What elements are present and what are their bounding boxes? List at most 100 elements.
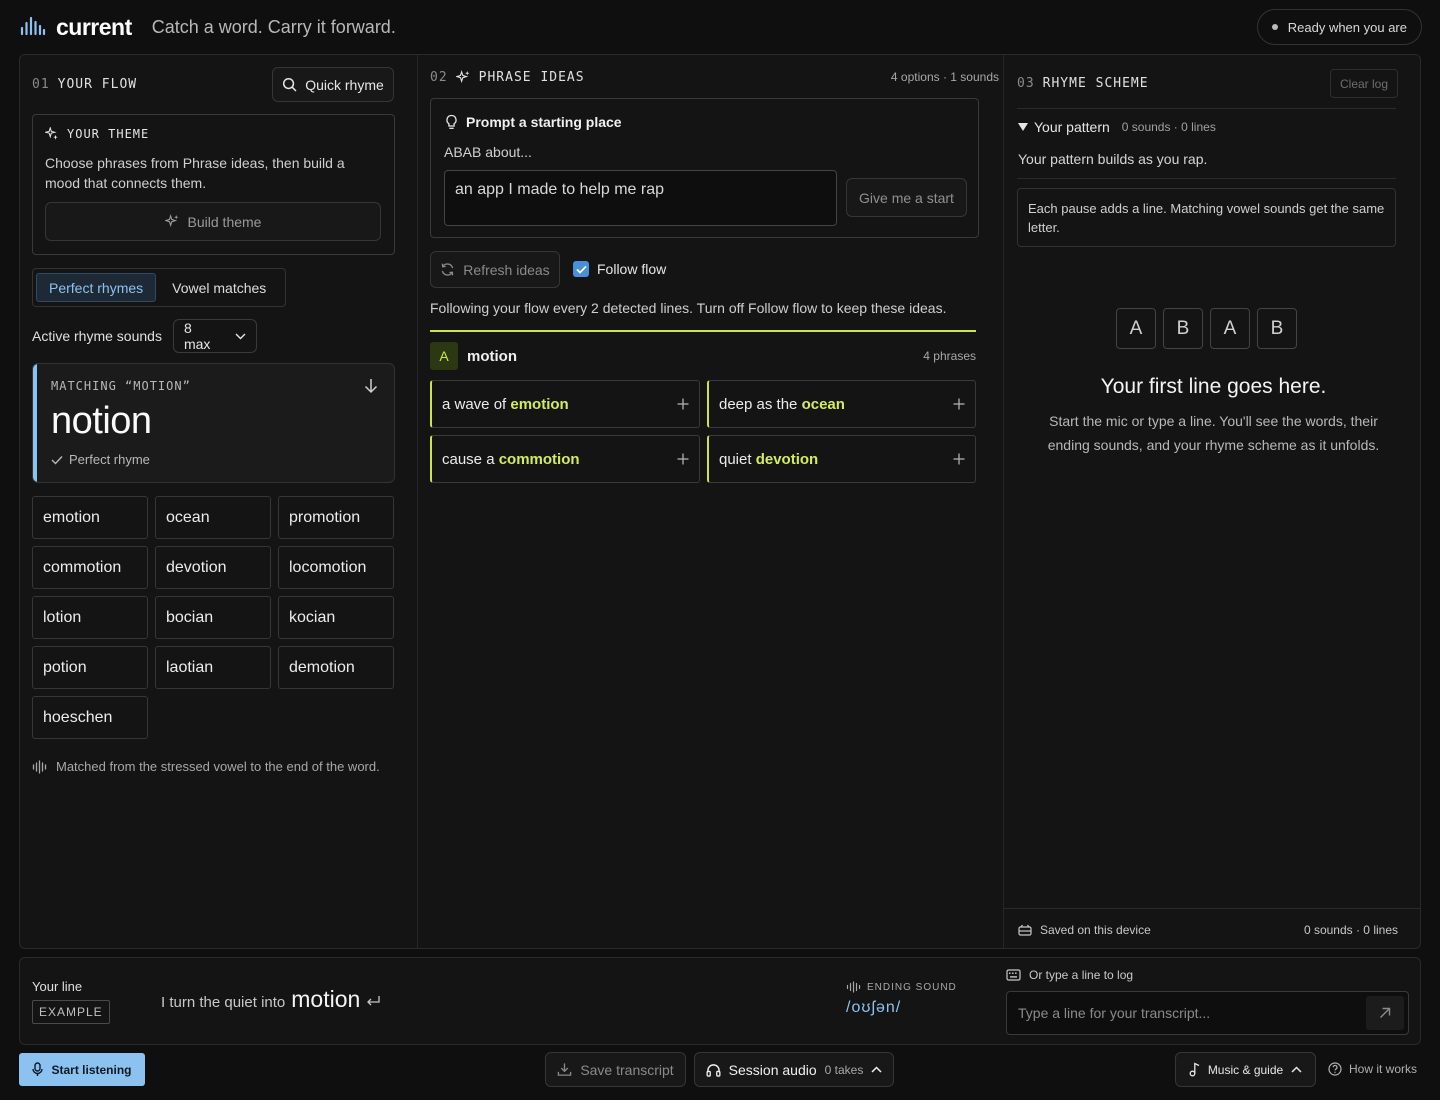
prompt-title: Prompt a starting place [466, 114, 622, 130]
clear-log-button[interactable]: Clear log [1330, 69, 1398, 98]
give-me-a-start-button[interactable]: Give me a start [846, 178, 967, 217]
session-audio-button[interactable]: Session audio 0 takes [694, 1052, 894, 1087]
scheme-section-title: 03 RHYME SCHEME [1017, 76, 1149, 91]
line-end-word: motion [291, 986, 361, 1012]
check-icon [51, 455, 63, 465]
saved-meta: 0 sounds · 0 lines [1303, 922, 1398, 937]
type-line-input[interactable]: Type a line for your transcript... [1006, 991, 1409, 1035]
rhyme-word-chip[interactable]: demotion [278, 646, 394, 689]
rhyme-word-chip[interactable]: potion [32, 646, 148, 689]
theme-card: YOUR THEME Choose phrases from Phrase id… [32, 114, 395, 255]
waveform-icon [32, 759, 48, 774]
scheme-letter: A [1116, 308, 1156, 349]
save-transcript-label: Save transcript [580, 1061, 674, 1078]
build-theme-button[interactable]: Build theme [45, 202, 381, 241]
refresh-ideas-label: Refresh ideas [463, 261, 550, 278]
music-guide-label: Music & guide [1207, 1062, 1284, 1077]
headphones-icon [706, 1063, 721, 1077]
current-line-text: I turn the quiet into motion [161, 986, 381, 1013]
section-number: 01 [32, 77, 50, 92]
current-line-bar: Your line EXAMPLE I turn the quiet into … [19, 957, 1421, 1045]
build-theme-label: Build theme [187, 213, 262, 230]
arrow-down-icon[interactable] [364, 378, 378, 394]
matched-note-text: Matched from the stressed vowel to the e… [56, 759, 380, 774]
rhyme-word-chip[interactable]: commotion [32, 546, 148, 589]
active-sounds-select[interactable]: 8 max [172, 319, 257, 353]
prompt-textarea[interactable]: an app I made to help me rap [444, 170, 837, 226]
follow-flow-toggle[interactable]: Follow flow [573, 261, 666, 277]
match-type: Perfect rhyme [51, 452, 150, 467]
phrase-text: deep as the [719, 395, 802, 413]
section-heading: RHYME SCHEME [1042, 76, 1149, 91]
status-dot-icon [1271, 24, 1278, 30]
caret-down-icon [1018, 123, 1028, 131]
match-accent-bar [33, 364, 37, 482]
matched-note: Matched from the stressed vowel to the e… [32, 759, 380, 774]
section-heading: PHRASE IDEAS [478, 70, 585, 85]
music-guide-button[interactable]: Music & guide [1175, 1052, 1316, 1087]
tab-perfect-rhymes[interactable]: Perfect rhymes [36, 273, 157, 302]
rhyme-word-chip[interactable]: devotion [155, 546, 271, 589]
rhyme-word-chip[interactable]: lotion [32, 596, 148, 639]
tab-vowel-matches[interactable]: Vowel matches [160, 273, 278, 302]
rhyme-word-chip[interactable]: laotian [155, 646, 271, 689]
tagline: Catch a word. Carry it forward. [151, 16, 396, 37]
follow-flow-checkbox[interactable] [573, 261, 589, 277]
plus-icon[interactable] [953, 398, 965, 410]
how-it-works-link[interactable]: How it works [1328, 1062, 1417, 1076]
scheme-info: Each pause adds a line. Matching vowel s… [1017, 188, 1396, 247]
rhyme-group-count: 4 phrases [923, 349, 976, 363]
download-icon [557, 1062, 572, 1077]
quick-rhyme-label: Quick rhyme [305, 76, 384, 93]
phrases-section-title: 02 PHRASE IDEAS [430, 70, 585, 85]
sparkles-icon [45, 127, 59, 141]
type-line-title: Or type a line to log [1029, 968, 1134, 982]
rhyme-letter-badge: A [430, 342, 458, 370]
plus-icon[interactable] [953, 453, 965, 465]
prompt-heading: Prompt a starting place [445, 114, 622, 130]
phrase-card[interactable]: quiet devotion [707, 435, 976, 483]
start-listening-button[interactable]: Start listening [19, 1053, 145, 1086]
lightbulb-icon [445, 114, 458, 130]
rhyme-word-chip[interactable]: promotion [278, 496, 394, 539]
rhyme-word-chip[interactable]: ocean [155, 496, 271, 539]
rhyme-word-chip[interactable]: bocian [155, 596, 271, 639]
waveform-logo-icon [20, 16, 46, 38]
rhyme-word-chip[interactable]: hoeschen [32, 696, 148, 739]
session-takes-count: 0 takes [824, 1062, 864, 1077]
rhyme-word-chip[interactable]: emotion [32, 496, 148, 539]
brand-name: current [56, 13, 132, 40]
ending-sound-label: ENDING SOUND [846, 981, 957, 993]
storage-icon [1018, 924, 1032, 936]
match-card[interactable]: MATCHING “MOTION” notion Perfect rhyme [32, 363, 395, 483]
plus-icon[interactable] [677, 398, 689, 410]
refresh-ideas-button[interactable]: Refresh ideas [430, 251, 560, 288]
empty-state-title: Your first line goes here. [1100, 375, 1327, 398]
phrase-ideas-column: 02 PHRASE IDEAS 4 options · 1 sounds Pro… [417, 55, 1003, 948]
submit-line-button[interactable] [1366, 996, 1404, 1030]
save-transcript-button[interactable]: Save transcript [545, 1052, 686, 1087]
rhyme-scheme-column: 03 RHYME SCHEME Clear log Your pattern 0… [1003, 55, 1420, 948]
flow-section-title: 01 YOUR FLOW [32, 77, 137, 92]
pattern-subtitle: Your pattern builds as you rap. [1018, 151, 1208, 167]
plus-icon[interactable] [677, 453, 689, 465]
follow-flow-label: Follow flow [597, 261, 667, 277]
divider [1017, 108, 1396, 109]
phrase-card[interactable]: deep as the ocean [707, 380, 976, 428]
pattern-meta: 0 sounds · 0 lines [1121, 120, 1216, 134]
status-pill: Ready when you are [1256, 9, 1422, 45]
phrase-card[interactable]: cause a commotion [430, 435, 700, 483]
arrow-up-right-icon [1379, 1007, 1391, 1019]
theme-title: YOUR THEME [67, 127, 150, 141]
quick-rhyme-button[interactable]: Quick rhyme [272, 67, 394, 102]
rhyme-group-header: A motion 4 phrases [430, 342, 976, 370]
match-label: MATCHING “MOTION” [51, 379, 191, 393]
rhyme-word-chip[interactable]: kocian [278, 596, 394, 639]
session-audio-label: Session audio [728, 1061, 817, 1078]
how-it-works-label: How it works [1349, 1062, 1418, 1076]
empty-state-description: Start the mic or type a line. You'll see… [1047, 413, 1380, 453]
phrase-card[interactable]: a wave of emotion [430, 380, 700, 428]
ending-sound-value: /oʊʃən/ [846, 999, 902, 1016]
pattern-summary-toggle[interactable]: Your pattern 0 sounds · 0 lines [1018, 119, 1216, 135]
rhyme-word-chip[interactable]: locomotion [278, 546, 394, 589]
